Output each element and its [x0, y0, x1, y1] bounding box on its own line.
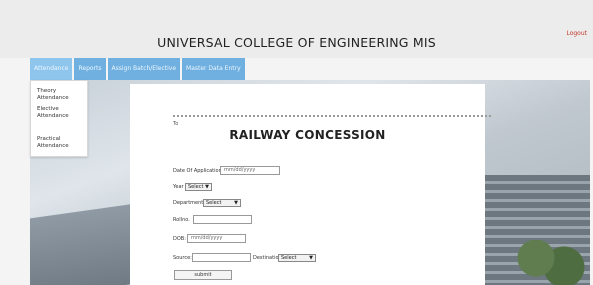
- department-label: Department: [173, 200, 204, 206]
- year-select[interactable]: Select ▼: [185, 183, 212, 191]
- rollno-input[interactable]: [193, 215, 252, 224]
- header: UNIVERSAL COLLEGE OF ENGINEERING MIS Log…: [0, 0, 593, 58]
- destination-select-value: Select: [281, 255, 297, 261]
- logout-link[interactable]: Logout: [566, 30, 587, 37]
- year-label: Year: [173, 184, 184, 190]
- chevron-down-icon: ▼: [234, 200, 238, 206]
- dob-input[interactable]: mm/dd/yyyy: [187, 234, 246, 243]
- nav-reports[interactable]: Reports: [74, 58, 106, 80]
- attendance-dropdown-menu: Theory Attendance Elective Attendance Pr…: [30, 80, 88, 157]
- dob-label: DOB:: [173, 236, 186, 242]
- rollno-label: Rollno.: [173, 217, 190, 223]
- year-select-value: Select: [188, 184, 204, 190]
- menu-item-theory-attendance[interactable]: Theory Attendance: [37, 88, 87, 102]
- date-of-application-input[interactable]: mm/dd/yyyy: [220, 166, 280, 175]
- to-label: To: [173, 121, 179, 127]
- menu-item-elective-attendance[interactable]: Elective Attendance: [37, 106, 69, 120]
- source-label: Source:: [173, 255, 192, 261]
- page-title: UNIVERSAL COLLEGE OF ENGINEERING MIS: [157, 35, 436, 50]
- menu-item-label: Attendance: [37, 113, 69, 119]
- chevron-down-icon: ▼: [309, 255, 313, 261]
- trees-image: [515, 240, 585, 285]
- menu-item-label: Elective: [37, 106, 59, 112]
- main-nav: Attendance Reports Assign Batch/Elective…: [30, 58, 247, 80]
- department-select[interactable]: Select ▼: [203, 199, 241, 207]
- destination-select[interactable]: Select ▼: [278, 254, 316, 262]
- form-title: RAILWAY CONCESSION: [229, 128, 386, 142]
- menu-item-label: Attendance: [37, 143, 69, 149]
- chevron-down-icon: ▼: [205, 184, 209, 190]
- date-of-application-label: Date Of Application:: [173, 168, 224, 174]
- submit-button[interactable]: submit: [174, 270, 232, 280]
- app-window: UNIVERSAL COLLEGE OF ENGINEERING MIS Log…: [0, 0, 593, 285]
- nav-attendance[interactable]: Attendance: [30, 58, 73, 80]
- source-input[interactable]: [192, 253, 251, 262]
- department-select-value: Select: [206, 200, 222, 206]
- menu-item-practical-attendance[interactable]: Practical Attendance: [37, 136, 69, 150]
- menu-item-label: Practical: [37, 136, 61, 142]
- railway-concession-form: To RAILWAY CONCESSION Date Of Applicatio…: [130, 84, 491, 285]
- nav-master-data-entry[interactable]: Master Data Entry: [182, 58, 245, 80]
- divider: [173, 115, 491, 117]
- nav-assign-batch-elective[interactable]: Assign Batch/Elective: [107, 58, 181, 80]
